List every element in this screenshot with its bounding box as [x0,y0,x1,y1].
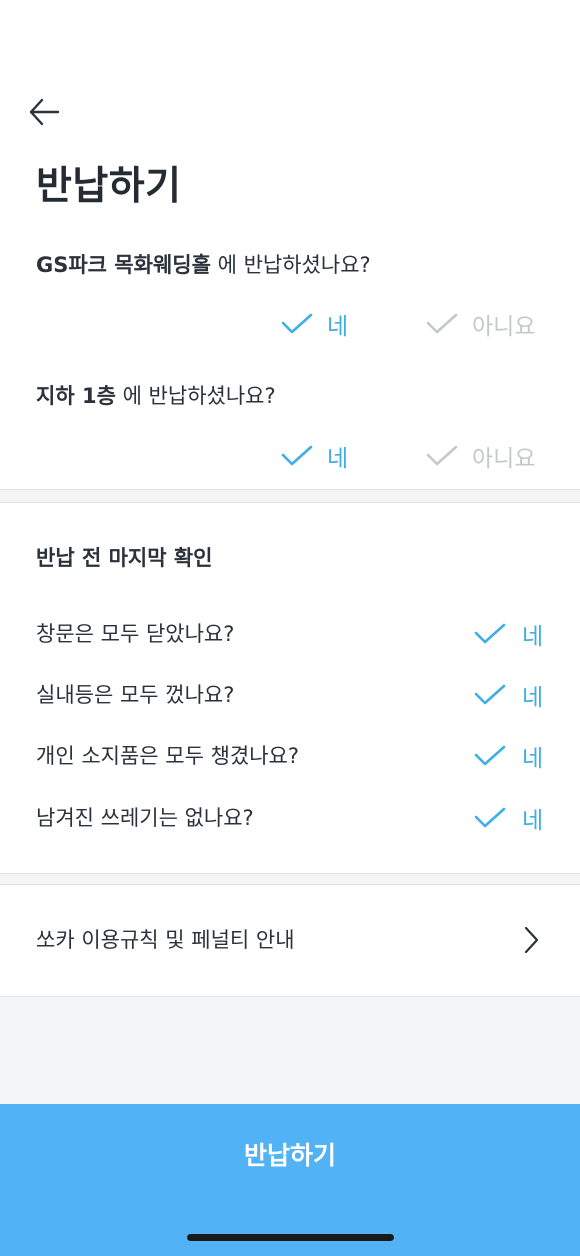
location-no-label: 아니요 [472,314,536,340]
check-item-label: 실내등은 모두 껐나요? [36,683,235,707]
answer-row-floor: 네 아니요 [0,436,580,476]
rules-penalty-label: 쏘카 이용규칙 및 페널티 안내 [36,928,295,952]
check-item-yes-label: 네 [522,685,544,711]
final-check-section: 반납 전 마지막 확인 창문은 모두 닫았나요? 네 실내등은 모두 껐나요? … [0,502,580,874]
arrow-left-icon [29,98,60,126]
section-divider [0,489,580,490]
check-icon [474,807,506,828]
answer-row-location: 네 아니요 [0,304,580,344]
question-location: GS파크 목화웨딩홀 에 반납하셨나요? [36,250,371,280]
check-item-yes-label: 네 [522,624,544,650]
check-icon [426,445,458,466]
return-location-section: 반납하기 GS파크 목화웨딩홀 에 반납하셨나요? 네 아니요 지하 1층 에 … [0,0,580,490]
floor-yes-label: 네 [327,446,349,472]
check-icon [281,445,313,466]
rules-penalty-link[interactable]: 쏘카 이용규칙 및 페널티 안내 [0,884,580,997]
return-screen: 반납하기 GS파크 목화웨딩홀 에 반납하셨나요? 네 아니요 지하 1층 에 … [0,0,580,1256]
question-floor: 지하 1층 에 반납하셨나요? [36,381,276,411]
check-item: 개인 소지품은 모두 챙겼나요? 네 [0,736,580,776]
final-check-title: 반납 전 마지막 확인 [36,546,213,570]
check-icon [281,313,313,334]
question-location-subject: GS파크 목화웨딩홀 [36,253,211,277]
check-item: 창문은 모두 닫았나요? 네 [0,614,580,654]
check-item-yes-option[interactable]: 네 [474,736,543,776]
check-icon [474,684,506,705]
location-no-option[interactable]: 아니요 [426,304,535,344]
check-item-yes-option[interactable]: 네 [474,675,543,715]
check-item-label: 개인 소지품은 모두 챙겼나요? [36,744,300,768]
check-item-label: 남겨진 쓰레기는 없나요? [36,806,254,830]
back-button[interactable] [22,92,66,132]
check-item-yes-label: 네 [522,746,544,772]
check-item-label: 창문은 모두 닫았나요? [36,622,235,646]
question-location-suffix: 에 반납하셨나요? [210,253,371,277]
home-indicator [187,1234,394,1241]
check-item-yes-option[interactable]: 네 [474,798,543,838]
floor-no-option[interactable]: 아니요 [426,436,535,476]
chevron-right-icon [524,926,539,954]
check-item-yes-label: 네 [522,808,544,834]
submit-return-button[interactable]: 반납하기 [0,1104,580,1256]
check-item: 남겨진 쓰레기는 없나요? 네 [0,798,580,838]
submit-return-label: 반납하기 [243,1141,336,1170]
check-item: 실내등은 모두 껐나요? 네 [0,675,580,715]
location-yes-option[interactable]: 네 [281,304,348,344]
check-icon [474,745,506,766]
page-title: 반납하기 [36,164,182,209]
location-yes-label: 네 [327,314,349,340]
check-icon [474,623,506,644]
floor-yes-option[interactable]: 네 [281,436,348,476]
question-floor-suffix: 에 반납하셨나요? [115,384,276,408]
check-item-yes-option[interactable]: 네 [474,614,543,654]
check-icon [426,313,458,334]
question-floor-subject: 지하 1층 [36,384,116,408]
floor-no-label: 아니요 [472,446,536,472]
